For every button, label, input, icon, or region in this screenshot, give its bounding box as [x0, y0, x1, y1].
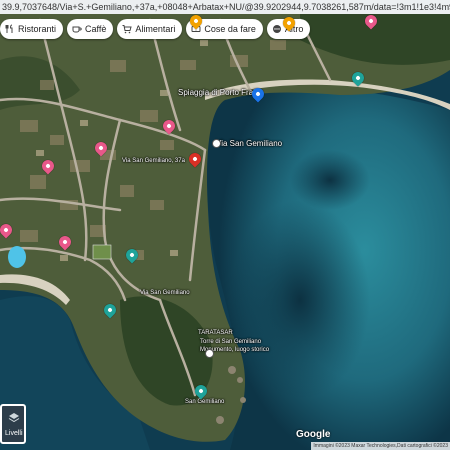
poi-label[interactable]: Torre di San Gemiliano — [200, 339, 261, 345]
chip-groceries[interactable]: Alimentari — [117, 19, 183, 39]
chip-label: Ristoranti — [18, 24, 57, 34]
route-waypoint-icon[interactable] — [212, 139, 221, 148]
coffee-icon — [72, 26, 82, 33]
street-label[interactable]: Via San Gemiliano — [216, 139, 282, 148]
category-chips: Ristoranti Caffè Alimentari Cose da fare… — [0, 19, 311, 41]
chip-label: Alimentari — [135, 24, 176, 34]
chip-label: Cose da fare — [204, 24, 256, 34]
layers-icon — [8, 413, 20, 423]
chip-coffee[interactable]: Caffè — [67, 19, 114, 39]
google-logo: Google — [296, 429, 331, 440]
cart-icon — [122, 25, 133, 34]
restaurant-icon — [5, 24, 13, 33]
poi-label[interactable]: San Gemiliano — [185, 399, 224, 405]
beach-label[interactable]: Spiaggia di Porto Frailis — [178, 88, 262, 97]
chip-restaurants[interactable]: Ristoranti — [0, 19, 64, 39]
street-label[interactable]: Via San Gemiliano, 37a — [122, 158, 185, 164]
satellite-map[interactable] — [0, 0, 450, 450]
map-attribution[interactable]: Immagini ©2023 Maxar Technologies,Dati c… — [311, 442, 450, 450]
layers-label: Livelli — [5, 430, 23, 437]
street-label: Via San Gemiliano — [140, 290, 190, 296]
layers-button[interactable]: Livelli — [0, 404, 26, 444]
url-bar[interactable]: 39.9,7037648/Via+S.+Gemiliano,+37a,+0804… — [0, 0, 450, 14]
more-icon — [272, 25, 281, 33]
chip-label: Caffè — [85, 24, 107, 34]
place-label[interactable]: TARATASAR — [198, 330, 233, 336]
poi-dot-icon[interactable] — [205, 349, 214, 358]
